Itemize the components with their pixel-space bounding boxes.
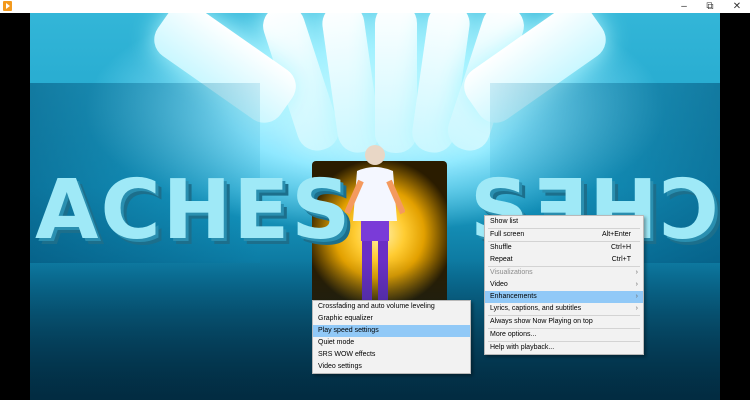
menu-item-show-list[interactable]: Show list: [485, 216, 643, 228]
enhancements-submenu: Crossfading and auto volume leveling Gra…: [312, 300, 471, 374]
menu-item-shuffle[interactable]: Shuffle Ctrl+H: [485, 242, 643, 254]
submenu-item-srs-wow-effects[interactable]: SRS WOW effects: [313, 349, 470, 361]
submenu-item-crossfading[interactable]: Crossfading and auto volume leveling: [313, 301, 470, 313]
submenu-item-graphic-equalizer[interactable]: Graphic equalizer: [313, 313, 470, 325]
submenu-item-video-settings[interactable]: Video settings: [313, 361, 470, 373]
minimize-button[interactable]: –: [673, 0, 695, 13]
shortcut-label: Alt+Enter: [602, 231, 631, 238]
context-menu: Show list Full screen Alt+Enter Shuffle Ct…: [484, 215, 644, 355]
menu-item-help-with-playback[interactable]: Help with playback...: [485, 342, 643, 354]
menu-item-lyrics-captions-subtitles[interactable]: Lyrics, captions, and subtitles ›: [485, 303, 643, 315]
close-button[interactable]: ✕: [726, 0, 748, 13]
menu-item-visualizations: Visualizations ›: [485, 267, 643, 279]
light-beam: [375, 13, 417, 153]
shortcut-label: Ctrl+H: [610, 244, 631, 251]
menu-item-video[interactable]: Video ›: [485, 279, 643, 291]
shortcut-label: Ctrl+T: [611, 256, 631, 263]
chevron-right-icon: ›: [635, 305, 638, 312]
menu-item-full-screen[interactable]: Full screen Alt+Enter: [485, 229, 643, 241]
menu-item-repeat[interactable]: Repeat Ctrl+T: [485, 254, 643, 266]
menu-item-enhancements[interactable]: Enhancements ›: [485, 291, 643, 303]
menu-item-more-options[interactable]: More options...: [485, 329, 643, 341]
windows-media-player-icon: [3, 1, 12, 11]
chevron-right-icon: ›: [635, 269, 638, 276]
maximize-button[interactable]: ⧉: [699, 0, 721, 13]
submenu-item-play-speed-settings[interactable]: Play speed settings: [313, 325, 470, 337]
chevron-right-icon: ›: [635, 293, 638, 300]
chevron-right-icon: ›: [635, 281, 638, 288]
submenu-item-quiet-mode[interactable]: Quiet mode: [313, 337, 470, 349]
menu-item-always-on-top[interactable]: Always show Now Playing on top: [485, 316, 643, 328]
stage-letters-left: ACHES: [35, 163, 353, 258]
title-bar: – ⧉ ✕: [0, 0, 750, 13]
